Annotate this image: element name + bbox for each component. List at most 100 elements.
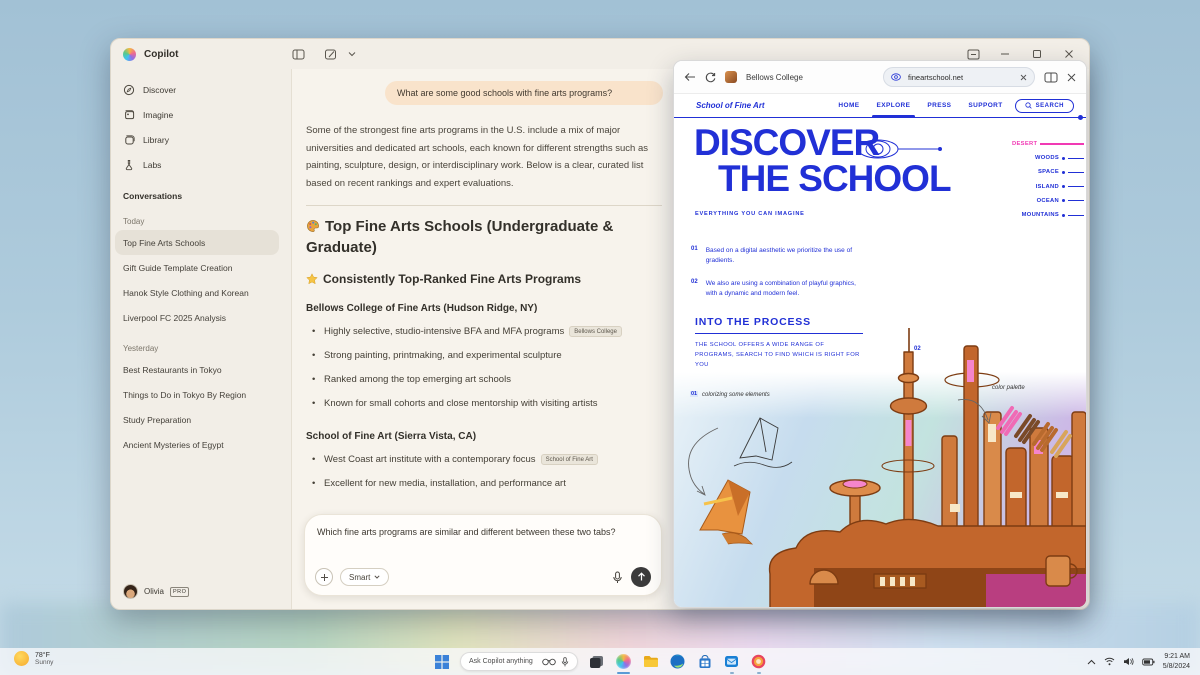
start-button[interactable] <box>433 653 450 670</box>
flask-icon <box>123 159 135 171</box>
sidebar-item-imagine[interactable]: Imagine <box>123 102 281 127</box>
mode-selector[interactable]: Smart <box>340 568 389 586</box>
sidebar-item-discover[interactable]: Discover <box>123 77 281 102</box>
site-brand[interactable]: School of Fine Art <box>696 101 765 110</box>
new-chat-icon[interactable] <box>322 46 338 62</box>
subsection-heading-text: Consistently Top-Ranked Fine Arts Progra… <box>323 272 581 286</box>
close-panel-icon[interactable] <box>1067 73 1076 82</box>
group-today: Today <box>123 212 281 230</box>
group-yesterday: Yesterday <box>123 339 281 357</box>
conversations-heading: Conversations <box>123 191 281 203</box>
edge-icon[interactable] <box>669 653 686 670</box>
sun-icon <box>14 651 29 666</box>
browser-toolbar: Bellows College fineartschool.net <box>674 61 1086 94</box>
weather-widget[interactable]: 78°F Sunny <box>14 651 53 666</box>
school1-bullets: Highly selective, studio-intensive BFA a… <box>306 320 663 416</box>
school2-name: School of Fine Art (Sierra Vista, CA) <box>306 431 663 442</box>
menu-item-ocean[interactable]: OCEAN <box>1012 194 1084 208</box>
back-icon[interactable] <box>684 72 696 82</box>
photos-app-icon[interactable] <box>750 653 767 670</box>
conversation-item[interactable]: Hanok Style Clothing and Korean <box>115 280 279 305</box>
system-tray[interactable]: 9:21 AM 5/8/2024 <box>1087 648 1190 675</box>
list-item: Known for small cohorts and close mentor… <box>306 392 663 416</box>
file-explorer-icon[interactable] <box>642 653 659 670</box>
send-button[interactable] <box>631 567 651 587</box>
nav-support[interactable]: SUPPORT <box>968 102 1002 109</box>
nav-press[interactable]: PRESS <box>927 102 951 109</box>
tray-chevron-icon[interactable] <box>1087 659 1096 665</box>
send-up-arrow-icon <box>637 572 646 582</box>
user-name: Olivia <box>144 587 164 596</box>
palette-icon <box>306 219 320 238</box>
star-icon <box>306 273 318 288</box>
list-item: West Coast art institute with a contempo… <box>306 448 663 472</box>
menu-item-mountains[interactable]: MOUNTAINS <box>1012 208 1084 222</box>
sidebar-item-label: Imagine <box>143 110 173 120</box>
menu-item-woods[interactable]: WOODS <box>1012 151 1084 165</box>
source-badge[interactable]: Bellows College <box>569 326 622 337</box>
avatar <box>123 584 138 599</box>
account-footer[interactable]: Olivia PRO <box>123 584 189 599</box>
battery-icon[interactable] <box>1142 658 1155 666</box>
close-tab-icon[interactable] <box>1020 74 1027 81</box>
store-icon[interactable] <box>696 653 713 670</box>
assistant-intro: Some of the strongest fine arts programs… <box>306 122 664 192</box>
split-view-icon[interactable] <box>1044 72 1058 83</box>
mode-label: Smart <box>349 573 370 582</box>
sidebar-item-label: Library <box>143 135 169 145</box>
task-view-icon[interactable] <box>588 653 605 670</box>
section-heading: Top Fine Arts Schools (Undergraduate & G… <box>306 217 664 257</box>
side-menu: DESERT WOODS SPACE ISLAND OCEAN MOUNTAIN… <box>1012 137 1084 222</box>
attach-plus-button[interactable] <box>315 568 333 586</box>
mail-app-icon[interactable] <box>723 653 740 670</box>
nav-explore[interactable]: EXPLORE <box>877 102 911 109</box>
tab-title[interactable]: Bellows College <box>746 73 803 82</box>
note-01: 01 Based on a digital aesthetic we prior… <box>691 246 871 267</box>
wifi-icon[interactable] <box>1104 657 1115 666</box>
conversation-item[interactable]: Top Fine Arts Schools <box>115 230 279 255</box>
site-search-button[interactable]: SEARCH <box>1015 99 1074 113</box>
sidebar-item-labs[interactable]: Labs <box>123 152 281 177</box>
taskbar: 78°F Sunny Ask Copilot anything <box>0 648 1200 675</box>
weather-temp: 78°F <box>35 652 53 659</box>
nav-home[interactable]: HOME <box>838 102 859 109</box>
subsection-heading: Consistently Top-Ranked Fine Arts Progra… <box>306 272 663 288</box>
sidebar-item-library[interactable]: Library <box>123 127 281 152</box>
palette-arrow <box>952 394 996 434</box>
conversation-item[interactable]: Study Preparation <box>115 407 279 432</box>
menu-item-island[interactable]: ISLAND <box>1012 180 1084 194</box>
taskbar-search[interactable]: Ask Copilot anything <box>460 652 578 671</box>
mic-icon[interactable] <box>561 657 569 667</box>
note-02: 02 We also are using a combination of pl… <box>691 279 871 300</box>
list-item: Excellent for new media, installation, a… <box>306 472 663 496</box>
chevron-down-icon <box>374 575 380 579</box>
pro-badge: PRO <box>170 587 189 597</box>
conversation-item[interactable]: Best Restaurants in Tokyo <box>115 357 279 382</box>
app-title: Copilot <box>144 49 178 60</box>
hero-title: DISCOVER THE SCHOOL <box>694 125 951 196</box>
conversation-item[interactable]: Things to Do in Tokyo By Region <box>115 382 279 407</box>
conversation-item[interactable]: Gift Guide Template Creation <box>115 255 279 280</box>
chevron-down-icon[interactable] <box>344 46 360 62</box>
microphone-icon[interactable] <box>612 571 623 584</box>
menu-item-desert[interactable]: DESERT <box>1012 137 1084 151</box>
menu-item-space[interactable]: SPACE <box>1012 165 1084 179</box>
composer-input[interactable]: Which fine arts programs are similar and… <box>317 525 637 539</box>
composer[interactable]: Which fine arts programs are similar and… <box>304 514 662 596</box>
volume-icon[interactable] <box>1123 657 1134 666</box>
conversation-item[interactable]: Ancient Mysteries of Egypt <box>115 432 279 457</box>
windows-logo-icon <box>435 655 449 669</box>
website-content: School of Fine Art HOME EXPLORE PRESS SU… <box>674 94 1086 608</box>
annotation-number: 01 <box>690 391 698 397</box>
copilot-taskbar-icon[interactable] <box>615 653 632 670</box>
clock: 9:21 AM 5/8/2024 <box>1163 652 1190 671</box>
source-badge[interactable]: School of Fine Art <box>541 454 598 465</box>
url-tab[interactable]: fineartschool.net <box>883 67 1035 87</box>
school1-name: Bellows College of Fine Arts (Hudson Rid… <box>306 303 663 314</box>
sidebar-toggle-icon[interactable] <box>290 46 306 62</box>
conversation-item[interactable]: Liverpool FC 2025 Analysis <box>115 305 279 330</box>
user-message-bubble: What are some good schools with fine art… <box>385 81 663 105</box>
school2-bullets: West Coast art institute with a contempo… <box>306 448 663 496</box>
search-icon <box>1025 102 1032 109</box>
refresh-icon[interactable] <box>705 72 716 83</box>
